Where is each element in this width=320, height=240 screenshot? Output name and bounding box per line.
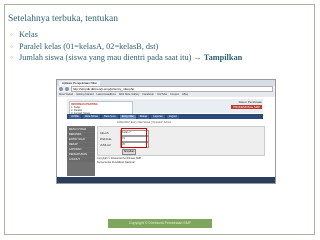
sidebar-item[interactable]: ENTRY NILAI — [67, 138, 95, 142]
footer-line: Kementerian Pendidikan Nasional — [97, 160, 135, 164]
tampilkan-button[interactable]: Tampilkan — [122, 149, 136, 155]
bookmark-item[interactable]: Getting Started — [76, 93, 93, 96]
app-brand: Sistem Pembinaan PROFESIONAL SMP — [231, 100, 262, 109]
sidebar-item[interactable]: BERANDA — [67, 133, 95, 137]
sidebar-item[interactable]: PENGATURAN — [67, 153, 95, 157]
back-icon[interactable] — [59, 87, 63, 91]
menu-item-laporan[interactable]: Laporan — [151, 114, 165, 119]
sidebar: MENU UTAMA BERANDA ENTRY NILAI REKAP LAP… — [67, 126, 95, 176]
highlight-box — [121, 128, 147, 148]
bookmark-item[interactable]: eBay — [182, 93, 188, 96]
os-taskbar — [57, 177, 275, 183]
url-field[interactable]: http://simpdk.dikmen/p-smp/p2/entry_nila… — [71, 86, 273, 92]
bullet-item: ◦ Jumlah siswa (siswa yang mau dientri pa… — [10, 53, 243, 63]
sidebar-item[interactable]: REKAP — [67, 143, 95, 147]
web-page: INFORMASI PENTING 1. Kelas 2. Paralel 3.… — [57, 97, 275, 183]
slide-heading: Setelahnya terbuka, tentukan — [8, 14, 119, 24]
footer-line: Copyright © Direktorat Pembinaan SMP — [97, 157, 142, 160]
bullet-bold-text: Tampilkan — [203, 53, 243, 63]
brand-badge: PROFESIONAL SMP — [231, 105, 262, 109]
menu-item-entry-nilai[interactable]: Entry Nilai — [119, 114, 136, 119]
main-menu: HOME Data Siswa Data Guru Entry Nilai Re… — [67, 114, 263, 119]
sidebar-item[interactable]: MENU UTAMA — [67, 128, 95, 132]
bookmark-item[interactable]: YouTube — [157, 93, 167, 96]
bullet-list: ◦ Kelas ◦ Paralel kelas (01=kelasA, 02=kel… — [10, 29, 242, 64]
browser-screenshot: Aplikasi Pengelolaan Nilai http://simpdk… — [56, 79, 276, 184]
bullet-icon: ◦ — [10, 41, 13, 51]
bullet-icon: ◦ — [10, 53, 13, 63]
sidebar-item[interactable]: LAPORAN — [67, 148, 95, 152]
bullet-item: ◦ Paralel kelas (01=kelasA, 02=kelasB, ds… — [10, 41, 159, 51]
entry-form: KELAS Kelas 7 PARALEL 01 JUMLAH 30 Tampilka… — [97, 126, 265, 156]
menu-item-data-guru[interactable]: Data Guru — [101, 114, 118, 119]
kelas-label: KELAS — [100, 131, 109, 135]
bullet-item: ◦ Kelas — [10, 30, 38, 39]
browser-tab[interactable]: Aplikasi Pengelolaan Nilai — [59, 80, 100, 86]
forward-icon[interactable] — [65, 87, 69, 91]
menu-item-rekap[interactable]: Rekap — [137, 114, 150, 119]
menu-item-home[interactable]: HOME — [69, 114, 81, 119]
jumlah-label: JUMLAH — [100, 143, 111, 147]
brand-line: Sistem Pembinaan — [238, 100, 262, 104]
sidebar-item[interactable]: LOGOUT — [67, 158, 95, 162]
slide-footer: Copyright © Direktorat Pembinaan SMP — [108, 219, 212, 228]
menu-item-logout[interactable]: Logout — [166, 114, 179, 119]
status-line: 01/01/2012 Entry Nilai Siswa | Operator:… — [117, 121, 172, 124]
page-footer: Copyright © Direktorat Pembinaan SMP Kem… — [97, 157, 141, 164]
address-bar: http://simpdk.dikmen/p-smp/p2/entry_nila… — [57, 86, 275, 92]
bookmark-item[interactable]: Facebook — [142, 93, 153, 96]
bookmark-item[interactable]: Most Visited — [59, 93, 73, 96]
bullet-icon: ◦ — [10, 30, 13, 39]
bookmark-item[interactable]: Web Slice Gallery — [119, 93, 140, 96]
bookmark-item[interactable]: Latest Headlines — [97, 93, 116, 96]
bookmark-item[interactable]: Coupon — [170, 93, 179, 96]
menu-item-data-siswa[interactable]: Data Siswa — [82, 114, 100, 119]
paralel-label: PARALEL — [100, 137, 112, 141]
